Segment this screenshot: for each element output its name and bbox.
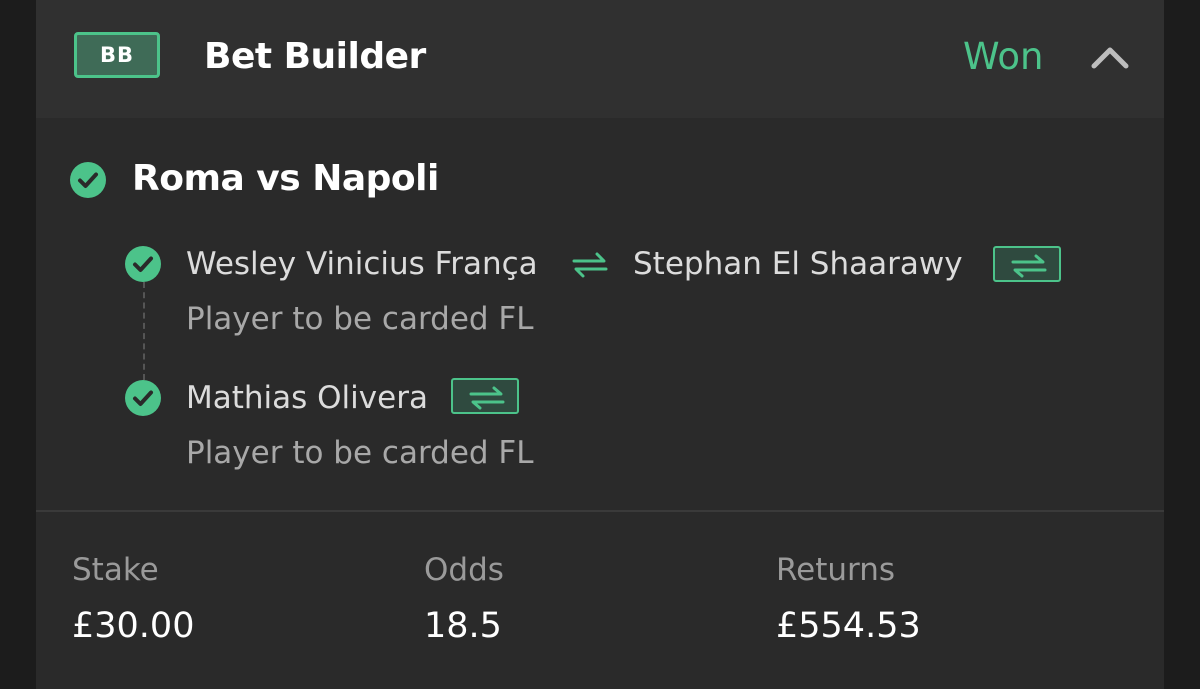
divider bbox=[36, 510, 1164, 512]
returns-label: Returns bbox=[776, 552, 896, 588]
leg-market: Player to be carded FL bbox=[186, 301, 534, 337]
bet-card: BB Bet Builder Won Roma vs Napoli Wesley… bbox=[36, 0, 1164, 689]
stake-label: Stake bbox=[72, 552, 159, 588]
chevron-up-icon[interactable] bbox=[1090, 38, 1130, 74]
swap-player-button[interactable] bbox=[451, 378, 519, 414]
bet-builder-badge: BB bbox=[74, 32, 160, 78]
bet-status: Won bbox=[963, 35, 1044, 78]
leg-player-in: Stephan El Shaarawy bbox=[633, 246, 963, 282]
odds-label: Odds bbox=[424, 552, 504, 588]
match-title: Roma vs Napoli bbox=[132, 158, 439, 199]
check-circle-icon bbox=[125, 246, 161, 282]
leg-player-out: Wesley Vinicius França bbox=[186, 246, 538, 282]
swap-player-button[interactable] bbox=[993, 246, 1061, 282]
leg-market: Player to be carded FL bbox=[186, 435, 534, 471]
returns-value: £554.53 bbox=[776, 606, 921, 646]
page: BB Bet Builder Won Roma vs Napoli Wesley… bbox=[0, 0, 1200, 689]
substitution-arrows-icon bbox=[572, 252, 608, 278]
leg-connector bbox=[143, 282, 145, 380]
stake-value: £30.00 bbox=[72, 606, 195, 646]
leg-player: Mathias Olivera bbox=[186, 380, 428, 416]
odds-value: 18.5 bbox=[424, 606, 502, 646]
swap-icon bbox=[1011, 254, 1047, 278]
swap-icon bbox=[469, 386, 505, 410]
check-circle-icon bbox=[70, 162, 106, 198]
bet-type-title: Bet Builder bbox=[204, 36, 426, 77]
bet-card-header[interactable]: BB Bet Builder Won bbox=[36, 0, 1164, 118]
check-circle-icon bbox=[125, 380, 161, 416]
